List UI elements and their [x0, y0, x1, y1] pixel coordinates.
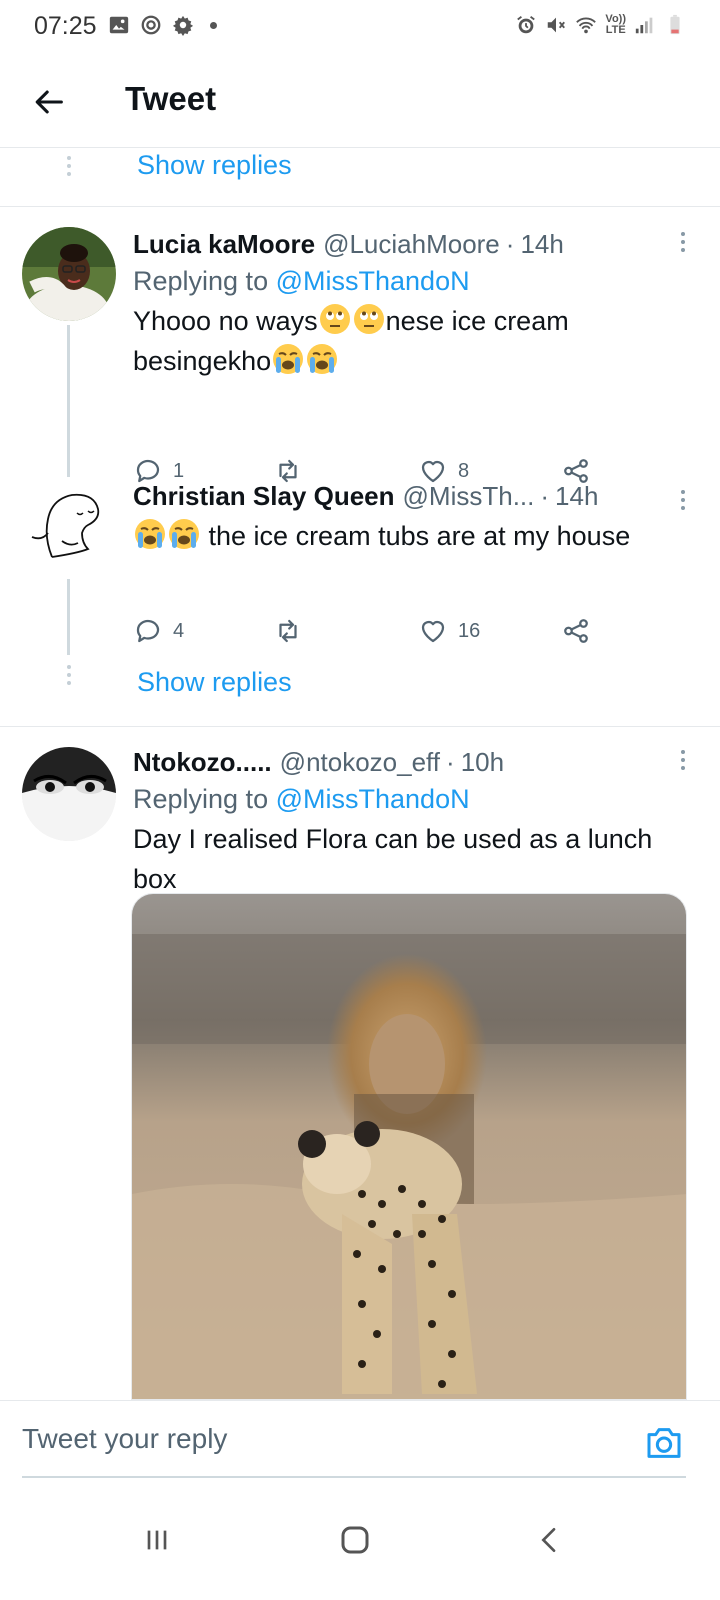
more-options-button[interactable]	[668, 485, 698, 515]
wifi-icon	[576, 17, 597, 34]
retweet-button[interactable]	[273, 616, 303, 646]
volte-icon: Vo)) LTE	[605, 13, 626, 36]
show-replies-link[interactable]: Show replies	[137, 667, 292, 698]
sync-icon	[141, 15, 161, 35]
user-handle[interactable]: @ntokozo_eff	[280, 747, 440, 778]
status-left-icons	[108, 14, 217, 36]
crying-emoji	[307, 344, 338, 374]
tweet-header: Ntokozo..... @ntokozo_eff · 10h	[133, 747, 696, 778]
thread-line	[67, 579, 70, 655]
display-name[interactable]: Ntokozo.....	[133, 747, 272, 778]
recent-apps-icon	[147, 1530, 167, 1550]
dot-icon	[210, 21, 217, 29]
timestamp[interactable]: 14h	[555, 481, 598, 512]
avatar[interactable]	[22, 747, 116, 841]
avatar-lucia	[22, 227, 116, 321]
rolling-eyes-emoji	[353, 304, 384, 334]
reply-count: 4	[173, 619, 185, 642]
reply-input[interactable]	[22, 1423, 582, 1455]
back-button[interactable]	[28, 80, 72, 124]
more-options-button[interactable]	[668, 227, 698, 257]
arrow-left-icon	[35, 90, 63, 114]
alarm-icon	[517, 16, 536, 34]
thread-line	[67, 467, 70, 477]
reply-composer	[0, 1400, 720, 1478]
recent-apps-button[interactable]	[127, 1510, 187, 1570]
avatar-sketch	[22, 477, 116, 571]
image-icon	[109, 16, 129, 34]
tweet-header: Lucia kaMoore @LuciahMoore · 14h	[133, 229, 696, 260]
tweet-text: Yhooo no ways nese ice cream besingekho	[133, 301, 696, 381]
avatar[interactable]	[22, 477, 116, 571]
reply-button[interactable]: 4	[133, 616, 184, 646]
tweet-content: Ntokozo..... @ntokozo_eff · 10h Replying…	[133, 747, 696, 899]
back-nav-button[interactable]	[520, 1510, 580, 1570]
gear-icon	[172, 15, 194, 36]
separator-dot: ·	[540, 481, 550, 511]
thread-line	[67, 325, 70, 467]
status-time: 07:25	[34, 12, 97, 40]
heart-icon	[421, 620, 445, 643]
thread-dots-icon	[66, 156, 72, 180]
avatar[interactable]	[22, 227, 116, 321]
replying-to: Replying to @MissThandoN	[133, 784, 470, 814]
status-right-icons: Vo)) LTE	[515, 14, 686, 36]
rolling-eyes-emoji	[319, 304, 350, 334]
home-button[interactable]	[325, 1510, 385, 1570]
status-bar: 07:25 Vo)) LTE	[0, 0, 720, 56]
battery-icon	[670, 14, 680, 35]
share-button[interactable]	[561, 616, 591, 646]
tweet-actions: 4 16	[133, 611, 603, 651]
replying-to: Replying to @MissThandoN	[133, 266, 470, 296]
separator-dot: ·	[505, 229, 515, 259]
back-icon	[541, 1528, 556, 1552]
user-handle[interactable]: @MissTh...	[403, 481, 535, 512]
reply-tweet[interactable]: Christian Slay Queen @MissTh... · 14h th…	[0, 467, 720, 707]
signal-icon	[635, 17, 653, 34]
tweet-text: Day I realised Flora can be used as a lu…	[133, 824, 653, 894]
like-count: 16	[458, 619, 481, 642]
system-nav-bar	[0, 1480, 720, 1600]
show-replies-row: Show replies	[0, 148, 720, 206]
timestamp[interactable]: 10h	[461, 747, 504, 778]
display-name[interactable]: Christian Slay Queen	[133, 481, 395, 512]
avatar-ntokozo	[22, 747, 116, 841]
tweet-media-image[interactable]	[131, 893, 687, 1400]
like-button[interactable]: 16	[418, 616, 480, 646]
thread-dots-icon	[66, 665, 72, 689]
home-icon	[341, 1526, 369, 1554]
display-name[interactable]: Lucia kaMoore	[133, 229, 315, 260]
crying-emoji	[273, 344, 304, 374]
more-options-button[interactable]	[668, 745, 698, 775]
mute-icon	[548, 17, 566, 33]
show-replies-link[interactable]: Show replies	[137, 150, 292, 181]
user-handle[interactable]: @LuciahMoore	[323, 229, 500, 260]
retweet-icon	[279, 619, 297, 643]
tweet-header: Christian Slay Queen @MissTh... · 14h	[133, 481, 696, 512]
crying-emoji	[135, 519, 165, 549]
tweet-content: Christian Slay Queen @MissTh... · 14h th…	[133, 481, 696, 556]
camera-button[interactable]	[644, 1423, 684, 1463]
tweet-text: the ice cream tubs are at my house	[133, 516, 696, 556]
tweet-content: Lucia kaMoore @LuciahMoore · 14h Replyin…	[133, 229, 696, 381]
mention-link[interactable]: @MissThandoN	[276, 784, 470, 814]
reply-tweet[interactable]: Lucia kaMoore @LuciahMoore · 14h Replyin…	[0, 207, 720, 483]
top-bar: Tweet	[0, 56, 720, 148]
crying-emoji	[169, 519, 199, 549]
mention-link[interactable]: @MissThandoN	[276, 266, 470, 296]
share-icon	[564, 619, 588, 643]
reply-icon	[136, 619, 160, 643]
separator-dot: ·	[446, 747, 455, 777]
camera-icon	[647, 1428, 681, 1458]
cheetah-photo	[132, 894, 686, 1399]
page-title: Tweet	[125, 80, 217, 117]
timestamp[interactable]: 14h	[520, 229, 563, 260]
input-underline	[22, 1476, 686, 1478]
